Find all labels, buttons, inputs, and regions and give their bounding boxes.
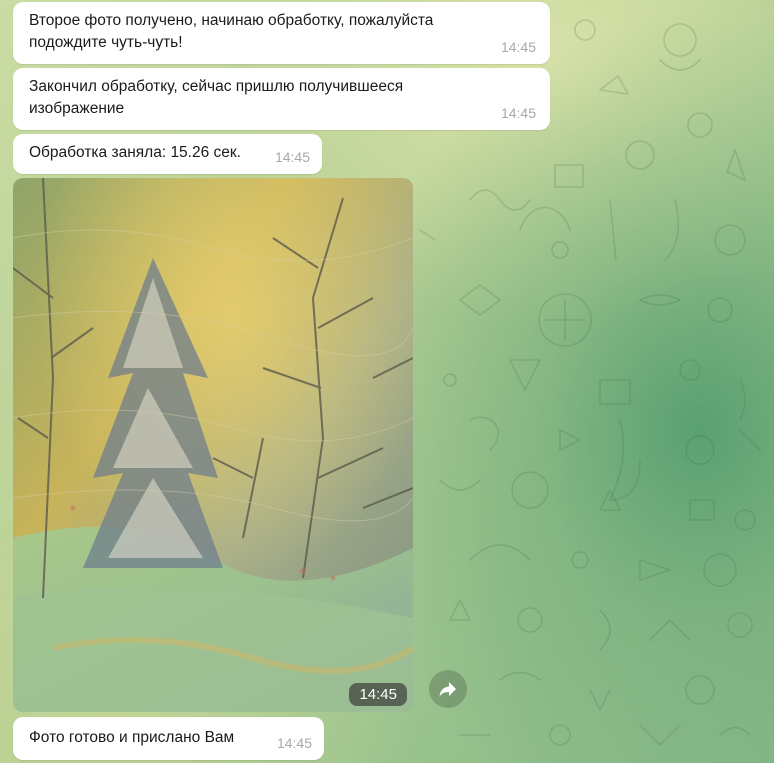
forward-button[interactable]	[429, 670, 467, 708]
message-time: 14:45	[500, 105, 536, 121]
message-time: 14:45	[500, 39, 536, 55]
photo-timestamp: 14:45	[349, 683, 407, 706]
message-text: Второе фото получено, начинаю обработку,…	[29, 12, 434, 51]
message-text: Фото готово и прислано Вам	[29, 729, 235, 746]
message-bubble[interactable]: Фото готово и прислано Вам 14:45	[13, 717, 324, 760]
message-text: Закончил обработку, сейчас пришлю получи…	[29, 78, 404, 117]
message-bubble[interactable]: Обработка заняла: 15.26 сек. 14:45	[13, 134, 322, 174]
chat-window: Второе фото получено, начинаю обработку,…	[0, 0, 774, 763]
message-bubble[interactable]: Закончил обработку, сейчас пришлю получи…	[13, 68, 550, 130]
message-text: Обработка заняла: 15.26 сек.	[29, 144, 241, 161]
forward-arrow-icon	[439, 682, 456, 697]
message-time: 14:45	[276, 735, 312, 751]
stylized-winter-forest-image	[13, 178, 413, 712]
message-time: 14:45	[274, 149, 310, 165]
message-bubble[interactable]: Второе фото получено, начинаю обработку,…	[13, 2, 550, 64]
photo-message[interactable]: 14:45	[13, 178, 413, 712]
